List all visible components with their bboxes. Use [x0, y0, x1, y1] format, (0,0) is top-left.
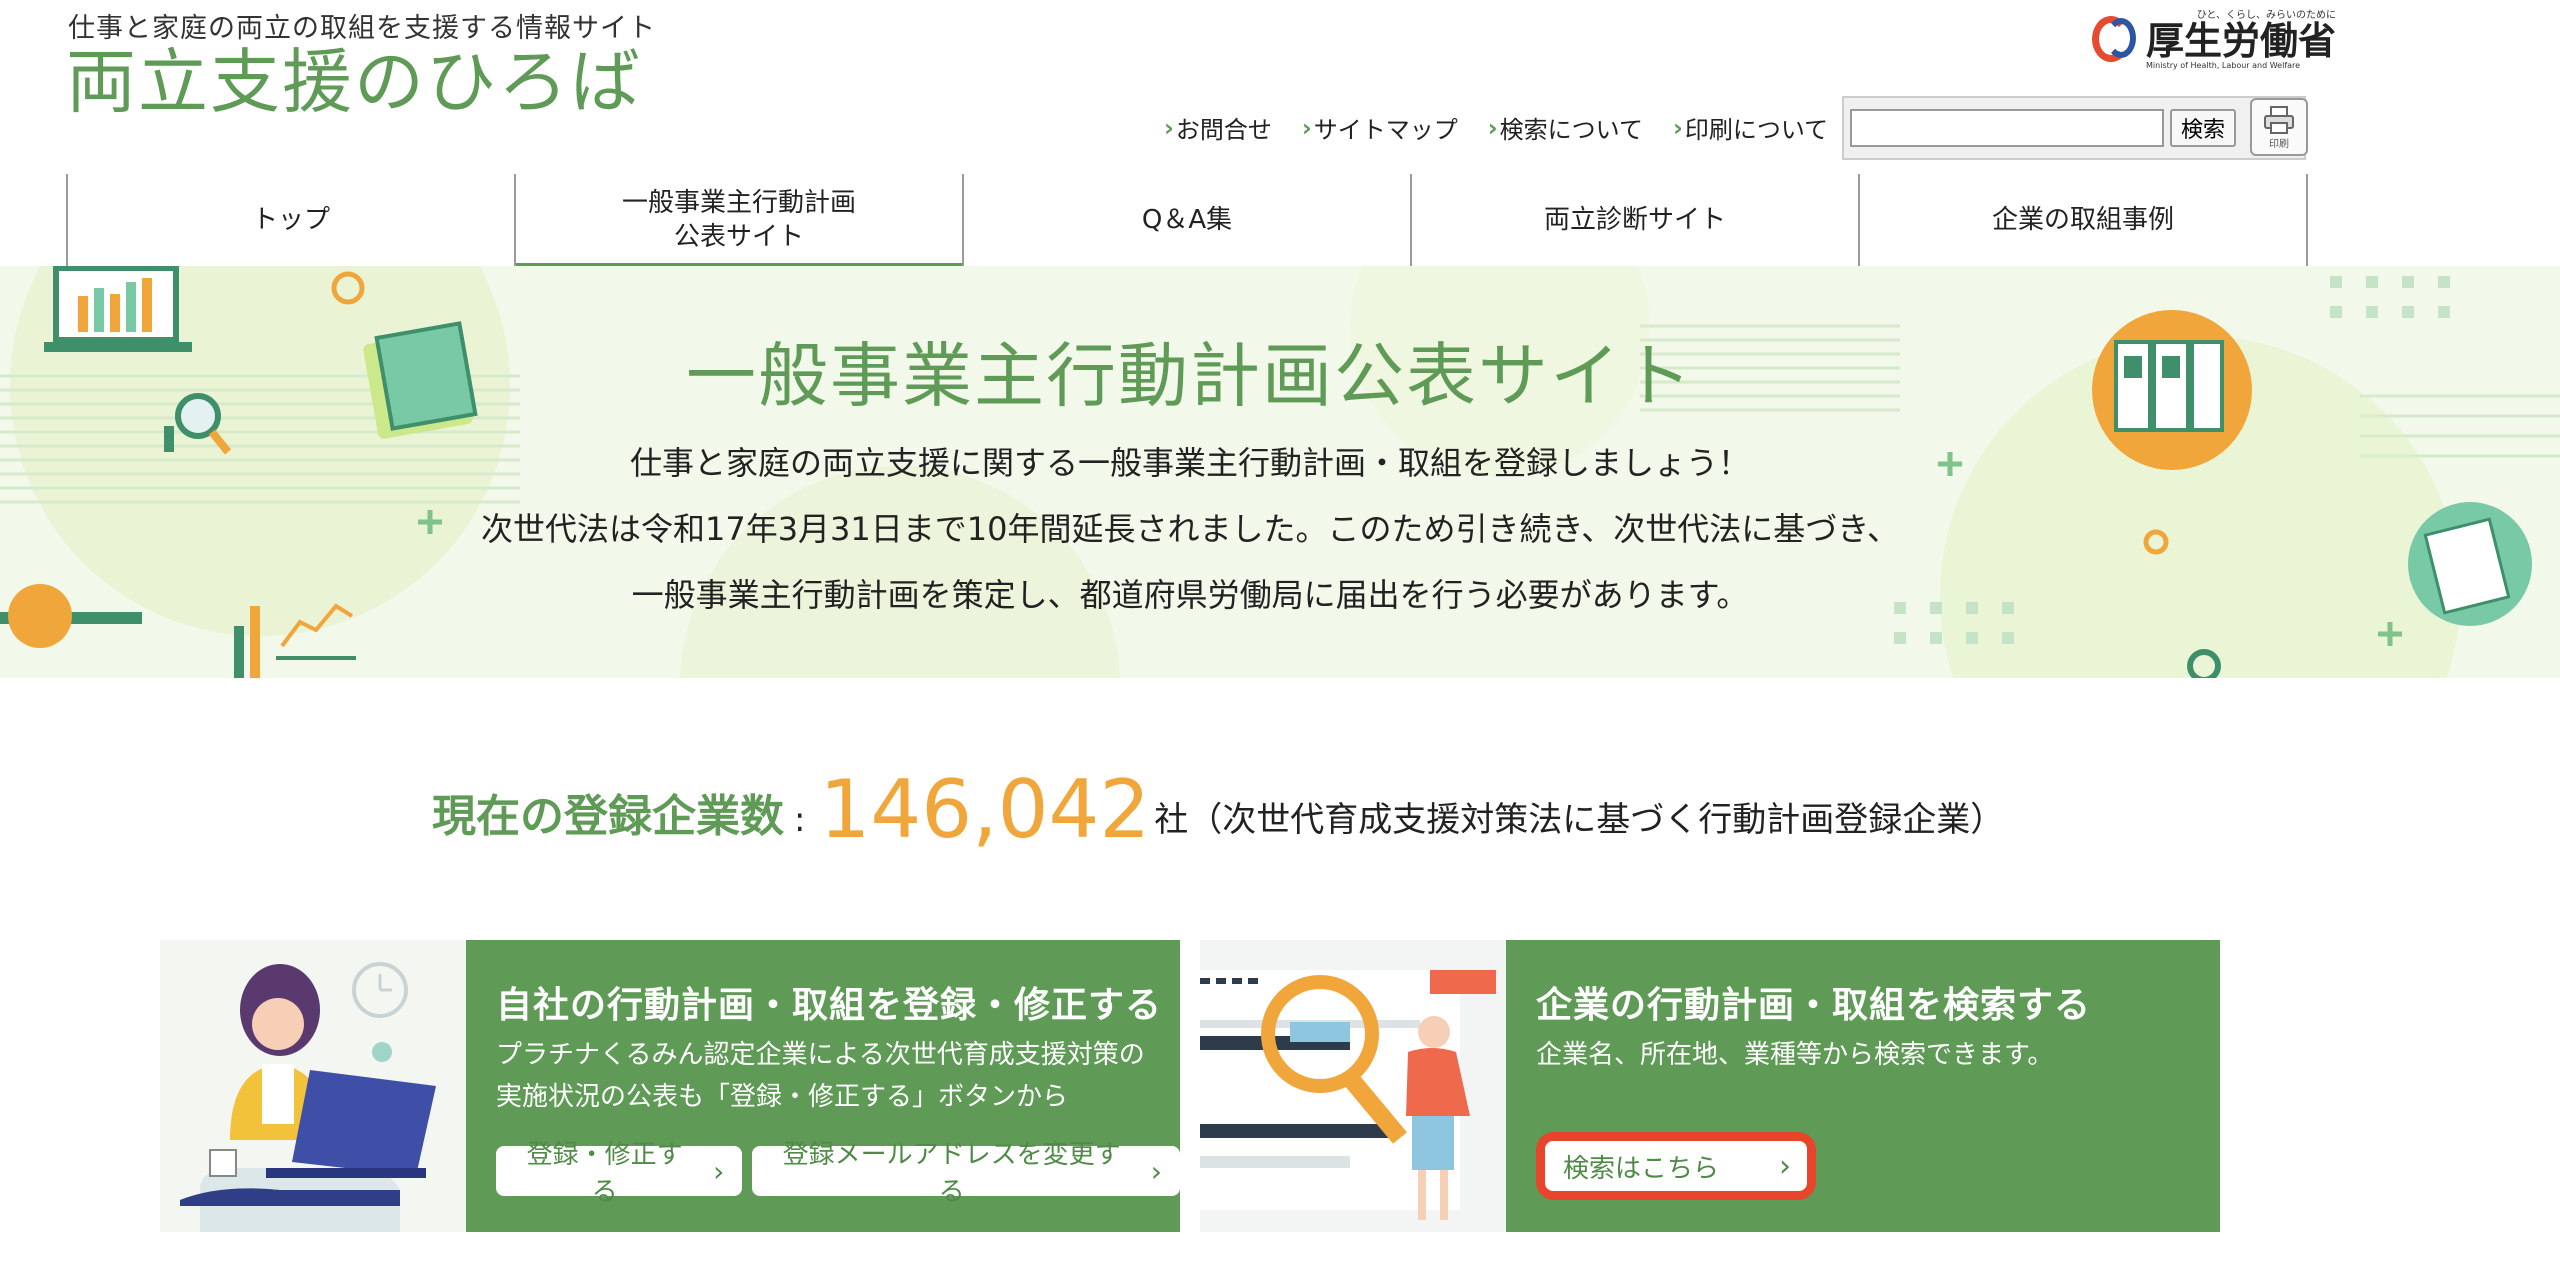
util-link-sitemap[interactable]: › サイトマップ [1302, 110, 1458, 145]
chevron-right-icon: › [1150, 1154, 1162, 1188]
site-tagline: 仕事と家庭の両立の取組を支援する情報サイト [68, 13, 656, 44]
nav-item-case-studies[interactable]: 企業の取組事例 [1860, 174, 2308, 266]
utility-links: › お問合せ › サイトマップ › 検索について › 印刷について [1164, 110, 1828, 145]
nav-item-top[interactable]: トップ [68, 174, 516, 266]
nav-item-action-plan[interactable]: 一般事業主行動計画 公表サイト [516, 174, 964, 268]
mhlw-logo-en: Ministry of Health, Labour and Welfare [2146, 61, 2301, 70]
nav-item-faq[interactable]: Q＆A集 [964, 174, 1412, 266]
search-card-title: 企業の行動計画・取組を検索する [1536, 985, 2092, 1026]
chevron-right-icon: › [713, 1154, 725, 1188]
printer-icon [2264, 105, 2294, 134]
hero-banner: 一般事業主行動計画公表サイト 仕事と家庭の両立支援に関する一般事業主行動計画・取… [0, 266, 2560, 678]
hero-title: 一般事業主行動計画公表サイト [686, 335, 1694, 417]
registration-count-label: 現在の登録企業数 [432, 791, 784, 842]
search-illustration [1200, 940, 1506, 1232]
chevron-right-icon: › [1164, 113, 1174, 142]
mhlw-logo[interactable]: ひと、くらし、みらいのために 厚生労働省 Ministry of Health,… [2088, 6, 2336, 70]
register-card: 自社の行動計画・取組を登録・修正する プラチナくるみん認定企業による次世代育成支… [160, 940, 1180, 1232]
chevron-right-icon: › [1672, 113, 1683, 142]
register-card-title: 自社の行動計画・取組を登録・修正する [496, 985, 1163, 1026]
search-card-desc: 企業名、所在地、業種等から検索できます。 [1536, 1040, 2054, 1070]
print-button[interactable]: 印刷 [2250, 98, 2308, 156]
nav-item-diagnosis[interactable]: 両立診断サイト [1412, 174, 1860, 266]
hero-text-line2: 次世代法は令和17年3月31日まで10年間延長されました。このため引き続き、次世… [480, 510, 1900, 548]
chevron-right-icon: › [1301, 113, 1312, 142]
mhlw-logo-name: 厚生労働省 [2146, 19, 2337, 63]
register-card-desc: プラチナくるみん認定企業による次世代育成支援対策の 実施状況の公表も「登録・修正… [496, 1040, 1145, 1112]
site-title-logo[interactable]: 両立支援のひろば [66, 42, 642, 122]
search-here-button[interactable]: 検索はこちら › [1545, 1141, 1807, 1191]
register-edit-button[interactable]: 登録・修正する › [496, 1140, 743, 1207]
site-header: 仕事と家庭の両立の取組を支援する情報サイト 両立支援のひろば ひと、くらし、みら… [0, 0, 2560, 170]
chevron-right-icon: › [1779, 1148, 1791, 1184]
hero-text-line1: 仕事と家庭の両立支援に関する一般事業主行動計画・取組を登録しましょう！ [629, 444, 1750, 482]
print-label: 印刷 [2269, 138, 2289, 150]
registration-count-colon: : [794, 800, 806, 840]
mhlw-mark-icon [2088, 10, 2140, 66]
search-input[interactable] [1850, 109, 2164, 147]
search-cta-highlight: 検索はこちら › [1536, 1132, 1816, 1200]
registration-count-unit: 社（次世代育成支援対策法に基づく行動計画登録企業） [1154, 800, 2005, 840]
registration-count-value: 146,042 [819, 763, 1151, 856]
chevron-right-icon: › [1487, 113, 1498, 142]
registration-count: 現在の登録企業数 : 146,042 社（次世代育成支援対策法に基づく行動計画登… [432, 762, 2004, 852]
register-illustration [160, 940, 466, 1232]
global-nav: トップ 一般事業主行動計画 公表サイト Q＆A集 両立診断サイト 企業の取組事例 [66, 174, 2308, 268]
search-card: 企業の行動計画・取組を検索する 企業名、所在地、業種等から検索できます。 検索は… [1200, 940, 2220, 1232]
util-link-contact[interactable]: › お問合せ [1164, 110, 1272, 145]
util-link-about-print[interactable]: › 印刷について [1673, 110, 1828, 145]
search-button[interactable]: 検索 [2170, 109, 2236, 147]
site-search: 検索 [1842, 96, 2306, 160]
util-link-about-search[interactable]: › 検索について [1488, 110, 1643, 145]
hero-text-line3: 一般事業主行動計画を策定し、都道府県労働局に届出を行う必要があります。 [631, 576, 1749, 614]
change-email-button[interactable]: 登録メールアドレスを変更する › [752, 1140, 1180, 1207]
